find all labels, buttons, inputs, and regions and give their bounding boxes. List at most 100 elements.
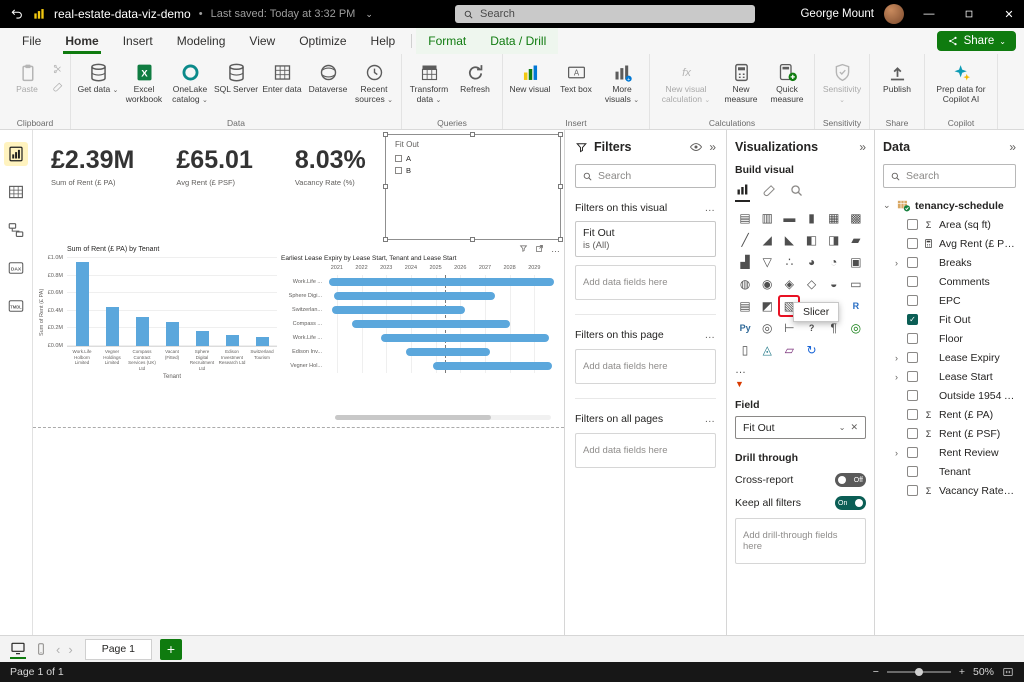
gantt-scrollbar-thumb[interactable] <box>335 415 491 420</box>
visual-type-pie-chart[interactable]: ◕ <box>801 252 821 272</box>
gantt-bar[interactable] <box>329 278 554 286</box>
table-tenancy-schedule[interactable]: ⌄ tenancy-schedule <box>883 198 1016 213</box>
prep-data-for-copilot-ai-button[interactable]: Prep data for Copilot AI <box>929 57 993 117</box>
dax-query-view-icon[interactable]: DAX <box>4 256 28 280</box>
excel-workbook-button[interactable]: XExcel workbook <box>121 57 167 117</box>
data-search-input[interactable] <box>906 170 1009 182</box>
visual-type-stacked-bar-chart[interactable]: ▤ <box>735 208 755 228</box>
cut-icon[interactable] <box>52 63 64 75</box>
report-view-icon[interactable] <box>4 142 28 166</box>
tab-help[interactable]: Help <box>359 28 408 54</box>
add-page-button[interactable]: + <box>160 639 182 660</box>
field-item-vacancy-rate[interactable]: ΣVacancy Rate (%) <box>883 481 1016 500</box>
zoom-slider-thumb[interactable] <box>915 668 923 676</box>
field-item-lease-start[interactable]: ›Lease Start <box>883 367 1016 386</box>
dataverse-button[interactable]: Dataverse <box>305 57 351 117</box>
checkbox[interactable] <box>907 428 918 439</box>
page-tab[interactable]: Page 1 <box>85 639 152 660</box>
format-painter-icon[interactable] <box>52 81 64 93</box>
gantt-bar[interactable] <box>332 306 465 314</box>
visual-type-ribbon-chart[interactable]: ▰ <box>846 230 866 250</box>
transform-data-button[interactable]: Transform data ⌄ <box>406 57 452 117</box>
expand-icon[interactable]: › <box>895 353 903 363</box>
desktop-layout-icon[interactable] <box>10 640 26 659</box>
slicer-option-b[interactable]: B <box>395 164 551 176</box>
bar-chart-visual[interactable]: Sum of Rent (£ PA) by Tenant Sum of Rent… <box>41 246 277 424</box>
selection-handle-ne[interactable] <box>558 132 563 137</box>
visual-type-card[interactable]: ▭ <box>846 274 866 294</box>
visual-type-clustered-column-chart[interactable]: ▮ <box>801 208 821 228</box>
collapse-data-icon[interactable]: » <box>1009 140 1016 154</box>
global-search-input[interactable] <box>480 8 747 20</box>
publish-button[interactable]: Publish <box>874 57 920 117</box>
checkbox[interactable] <box>907 447 918 458</box>
field-dropdown-icon[interactable]: ⌄ <box>839 423 846 432</box>
undo-icon[interactable] <box>10 7 24 21</box>
checkbox[interactable] <box>907 257 918 268</box>
selection-handle-s[interactable] <box>470 237 475 242</box>
gantt-chart-visual[interactable]: … Earliest Lease Expiry by Lease Start, … <box>281 246 563 424</box>
visual-type-azure-map[interactable]: ◇ <box>801 274 821 294</box>
recent-sources-button[interactable]: Recent sources ⌄ <box>351 57 397 117</box>
visual-type-line-and-stacked-column-chart[interactable]: ◧ <box>801 230 821 250</box>
selection-handle-n[interactable] <box>470 132 475 137</box>
visual-type-kpi[interactable]: ◩ <box>757 296 777 316</box>
add-data-fields-box[interactable]: Add data fields here <box>575 433 716 468</box>
tab-data-drill[interactable]: Data / Drill <box>478 28 558 54</box>
zoom-slider[interactable] <box>887 671 951 673</box>
report-canvas[interactable]: £2.39MSum of Rent (£ PA)£65.01Avg Rent (… <box>33 130 565 635</box>
checkbox[interactable] <box>907 295 918 306</box>
visual-type-paginated-report[interactable]: ▯ <box>735 340 755 360</box>
bar-edison-investment-research-ltd[interactable] <box>226 335 239 346</box>
expand-icon[interactable]: › <box>895 258 903 268</box>
checkbox[interactable] <box>907 409 918 420</box>
checkbox[interactable] <box>907 466 918 477</box>
visual-type-funnel-chart[interactable]: ▽ <box>757 252 777 272</box>
bar-compass-contract-services-uk-ltd[interactable] <box>136 317 149 346</box>
section-more-options-icon[interactable]: … <box>705 202 717 214</box>
tab-file[interactable]: File <box>10 28 53 54</box>
field-item-rent-review[interactable]: ›Rent Review <box>883 443 1016 462</box>
visual-type-clustered-bar-chart[interactable]: ▬ <box>779 208 799 228</box>
zoom-out-icon[interactable]: − <box>873 666 879 678</box>
field-item-outside-1954-act[interactable]: Outside 1954 Act <box>883 386 1016 405</box>
filters-search[interactable] <box>575 164 716 188</box>
text-box-button[interactable]: AText box <box>553 57 599 117</box>
gantt-scrollbar[interactable] <box>335 415 551 420</box>
close-button[interactable]: ✕ <box>994 0 1024 28</box>
visual-type-map[interactable]: ◍ <box>735 274 755 294</box>
keep-all-filters-toggle[interactable]: On <box>835 496 866 510</box>
add-data-fields-box[interactable]: Add data fields here <box>575 349 716 384</box>
expand-icon[interactable]: › <box>895 372 903 382</box>
share-button[interactable]: Share ⌄ <box>937 31 1016 51</box>
file-name[interactable]: real-estate-data-viz-demo <box>54 7 191 21</box>
slicer-visual[interactable]: Fit Out AB <box>385 134 561 240</box>
get-data-button[interactable]: Get data ⌄ <box>75 57 121 117</box>
bar-vegner-holdings-limited[interactable] <box>106 307 119 346</box>
section-more-options-icon[interactable]: … <box>705 413 717 425</box>
tab-view[interactable]: View <box>237 28 287 54</box>
field-item-epc[interactable]: EPC <box>883 291 1016 310</box>
mobile-layout-icon[interactable] <box>34 642 48 657</box>
maximize-button[interactable] <box>954 0 984 28</box>
cross-report-toggle[interactable]: Off <box>835 473 866 487</box>
table-expand-icon[interactable]: ⌄ <box>883 200 892 211</box>
tab-optimize[interactable]: Optimize <box>287 28 358 54</box>
checkbox[interactable] <box>907 371 918 382</box>
visual-type-gauge[interactable]: ◒ <box>824 274 844 294</box>
quick-measure-button[interactable]: Quick measure <box>764 57 810 117</box>
gantt-bar[interactable] <box>381 334 549 342</box>
filter-card-fit-out[interactable]: Fit Outis (All) <box>575 221 716 257</box>
avatar[interactable] <box>884 4 904 24</box>
visual-type-waterfall-chart[interactable]: ▟ <box>735 252 755 272</box>
minimize-button[interactable]: — <box>914 0 944 28</box>
fit-to-page-icon[interactable] <box>1002 666 1014 678</box>
gantt-bar[interactable] <box>433 362 551 370</box>
field-item-fit-out[interactable]: ✓Fit Out <box>883 310 1016 329</box>
eye-icon[interactable] <box>689 140 703 154</box>
table-view-icon[interactable] <box>4 180 28 204</box>
gantt-bar[interactable] <box>352 320 510 328</box>
bar-switzerland-tourism[interactable] <box>256 337 269 346</box>
format-visual-icon[interactable] <box>762 183 777 201</box>
more-visuals-button[interactable]: +More visuals ⌄ <box>599 57 645 117</box>
